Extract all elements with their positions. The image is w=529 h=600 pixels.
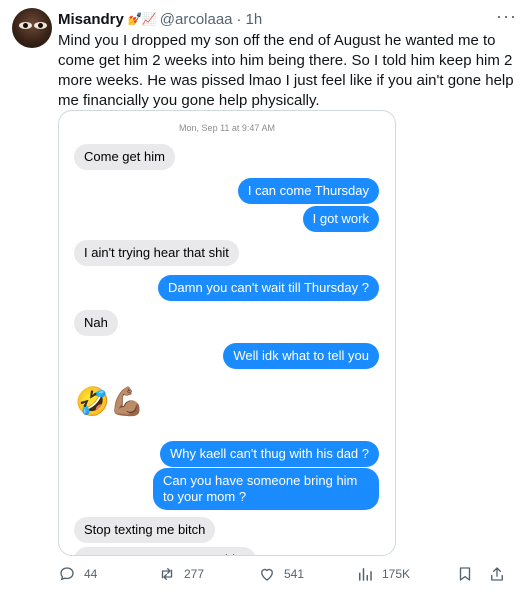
message-bubble: Stop texting me bitch [74,517,216,543]
message-bubble: Come get him [74,144,175,170]
attached-screenshot[interactable]: Mon, Sep 11 at 9:47 AM Come get him I ca… [58,110,396,556]
message-bubble: Can you have someone bring him to your m… [153,468,379,510]
tweet: Misandry 💅📈 @arcolaaa · 1h ··· Mind you … [0,0,529,600]
tweet-header: Misandry 💅📈 @arcolaaa · 1h [58,9,517,29]
tweet-text: Mind you I dropped my son off the end of… [58,32,514,109]
avatar[interactable] [12,8,52,48]
avatar-left-eye [19,22,32,29]
message-timestamp: Mon, Sep 11 at 9:47 AM [179,123,275,133]
author-name[interactable]: Misandry [58,11,124,28]
emoji-message: 🤣💪🏽 [75,386,145,417]
author-name-emoji: 💅📈 [127,12,157,26]
retweet-count: 277 [184,567,205,581]
reply-count: 44 [84,567,98,581]
post-time[interactable]: 1h [246,11,263,28]
view-count: 175K [382,567,411,581]
like-button[interactable]: 541 [258,565,304,583]
author-handle[interactable]: @arcolaaa [160,11,233,28]
views-chart-icon [359,568,372,581]
message-bubble: Well idk what to tell you [223,343,379,369]
message-bubble: I ain't trying hear that shit [74,240,239,266]
message-bubble: Why kaell can't thug with his dad ? [159,441,379,467]
share-button[interactable] [488,565,506,583]
bookmark-icon [459,567,471,581]
message-bubble: Have ya mom come get him [74,547,256,555]
separator-dot: · [236,10,242,28]
message-bubble: Damn you can't wait till Thursday ? [158,275,379,301]
retweet-icon [161,568,173,580]
like-count: 541 [284,567,305,581]
more-options-icon[interactable]: ··· [496,6,517,27]
message-bubble: Nah [74,310,118,336]
retweet-button[interactable]: 277 [158,565,204,583]
heart-icon [261,568,273,581]
message-bubble: I can come Thursday [237,178,379,204]
reply-icon [60,567,74,581]
tweet-actions: 44 277 541 175K [58,565,518,585]
bookmark-button[interactable] [456,565,474,583]
views-button[interactable]: 175K [356,565,410,583]
reply-button[interactable]: 44 [58,565,97,583]
share-icon [491,567,503,581]
avatar-right-eye [34,22,47,29]
message-bubble: I got work [302,206,379,232]
